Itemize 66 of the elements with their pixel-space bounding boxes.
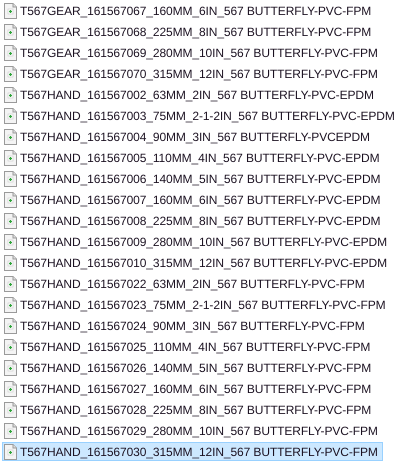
file-name: T567GEAR_161567070_315MM_12IN_567 BUTTERFLY-PVC-FPM: [20, 66, 378, 80]
file-name: T567HAND_161567009_280MM_10IN_567 BUTTERFLY-PVC-EPDM: [20, 234, 387, 248]
file-name: T567HAND_161567024_90MM_3IN_567 BUTTERFLY-PVC-FPM: [20, 318, 365, 332]
file-name: T567HAND_161567002_63MM_2IN_567 BUTTERFLY-PVC-EPDM: [20, 88, 374, 102]
file-icon: [4, 192, 17, 208]
file-name: T567HAND_161567003_75MM_2-1-2IN_567 BUTTERFLY-PVC-EPDM: [20, 108, 395, 122]
file-row[interactable]: T567GEAR_161567068_225MM_8IN_567 BUTTERFLY-PVC-FPM: [2, 22, 382, 41]
file-icon: [4, 150, 17, 166]
file-name: T567HAND_161567010_315MM_12IN_567 BUTTERFLY-PVC-EPDM: [20, 256, 387, 270]
file-icon: [4, 422, 17, 438]
file-icon: [4, 128, 17, 144]
file-icon: [4, 402, 17, 418]
file-row[interactable]: T567HAND_161567026_140MM_5IN_567 BUTTERFLY-PVC-FPM: [2, 358, 382, 377]
file-row[interactable]: T567GEAR_161567069_280MM_10IN_567 BUTTERFLY-PVC-FPM: [2, 43, 383, 62]
file-icon: [4, 108, 17, 124]
file-name: T567HAND_161567028_225MM_8IN_567 BUTTERFLY-PVC-FPM: [20, 402, 372, 416]
file-row[interactable]: T567HAND_161567010_315MM_12IN_567 BUTTERFLY-PVC-EPDM: [2, 253, 392, 272]
file-name: T567HAND_161567029_280MM_10IN_567 BUTTERFLY-PVC-FPM: [20, 424, 378, 438]
file-row[interactable]: T567HAND_161567025_110MM_4IN_567 BUTTERFLY-PVC-FPM: [2, 337, 382, 356]
file-name: T567HAND_161567004_90MM_3IN_567 BUTTERFLY-PVCEPDM: [20, 130, 370, 144]
file-name: T567HAND_161567007_160MM_6IN_567 BUTTERFLY-PVC-EPDM: [20, 192, 380, 206]
file-name: T567HAND_161567022_63MM_2IN_567 BUTTERFLY-PVC-FPM: [20, 276, 365, 290]
file-row[interactable]: T567HAND_161567007_160MM_6IN_567 BUTTERFLY-PVC-EPDM: [2, 190, 386, 209]
file-icon: [4, 296, 17, 312]
file-name: T567HAND_161567025_110MM_4IN_567 BUTTERFLY-PVC-FPM: [20, 340, 370, 354]
file-row[interactable]: T567HAND_161567009_280MM_10IN_567 BUTTERFLY-PVC-EPDM: [2, 232, 392, 251]
file-icon: [4, 234, 17, 250]
file-row[interactable]: T567HAND_161567004_90MM_3IN_567 BUTTERFLY-PVCEPDM: [2, 127, 382, 146]
file-name: T567GEAR_161567069_280MM_10IN_567 BUTTERFLY-PVC-FPM: [20, 46, 378, 60]
file-name: T567HAND_161567026_140MM_5IN_567 BUTTERFLY-PVC-FPM: [20, 360, 372, 374]
file-icon: [4, 276, 17, 292]
file-icon: [4, 318, 17, 334]
file-icon: [4, 444, 17, 460]
file-row[interactable]: T567HAND_161567022_63MM_2IN_567 BUTTERFLY-PVC-FPM: [2, 274, 382, 293]
file-name: T567GEAR_161567068_225MM_8IN_567 BUTTERFLY-PVC-FPM: [20, 24, 372, 38]
file-row[interactable]: T567GEAR_161567070_315MM_12IN_567 BUTTERFLY-PVC-FPM: [2, 64, 383, 83]
file-row[interactable]: T567HAND_161567028_225MM_8IN_567 BUTTERFLY-PVC-FPM: [2, 400, 382, 419]
file-icon: [4, 212, 17, 228]
file-name: T567HAND_161567030_315MM_12IN_567 BUTTERFLY-PVC-FPM: [20, 444, 378, 458]
file-icon: [4, 24, 17, 40]
file-row[interactable]: T567HAND_161567006_140MM_5IN_567 BUTTERFLY-PVC-EPDM: [2, 169, 386, 188]
file-icon: [4, 360, 17, 376]
file-icon: [4, 44, 17, 60]
file-icon: [4, 86, 17, 102]
file-row[interactable]: T567HAND_161567030_315MM_12IN_567 BUTTERFLY-PVC-FPM: [2, 442, 383, 461]
file-icon: [4, 254, 17, 270]
file-row[interactable]: T567HAND_161567003_75MM_2-1-2IN_567 BUTTERFLY-PVC-EPDM: [2, 106, 400, 125]
file-name: T567HAND_161567005_110MM_4IN_567 BUTTERFLY-PVC-EPDM: [20, 150, 380, 164]
file-name: T567GEAR_161567067_160MM_6IN_567 BUTTERFLY-PVC-FPM: [20, 4, 372, 18]
file-row[interactable]: T567HAND_161567024_90MM_3IN_567 BUTTERFLY-PVC-FPM: [2, 316, 382, 335]
file-icon: [4, 338, 17, 354]
file-row[interactable]: T567HAND_161567023_75MM_2-1-2IN_567 BUTTERFLY-PVC-FPM: [2, 295, 391, 314]
file-row[interactable]: T567HAND_161567008_225MM_8IN_567 BUTTERFLY-PVC-EPDM: [2, 211, 386, 230]
file-icon: [4, 170, 17, 186]
file-name: T567HAND_161567023_75MM_2-1-2IN_567 BUTTERFLY-PVC-FPM: [20, 298, 386, 312]
file-name: T567HAND_161567008_225MM_8IN_567 BUTTERFLY-PVC-EPDM: [20, 214, 380, 228]
file-name: T567HAND_161567027_160MM_6IN_567 BUTTERFLY-PVC-FPM: [20, 382, 372, 396]
file-icon: [4, 380, 17, 396]
file-row[interactable]: T567GEAR_161567067_160MM_6IN_567 BUTTERFLY-PVC-FPM: [2, 1, 382, 20]
file-name: T567HAND_161567006_140MM_5IN_567 BUTTERFLY-PVC-EPDM: [20, 172, 380, 186]
file-row[interactable]: T567HAND_161567029_280MM_10IN_567 BUTTERFLY-PVC-FPM: [2, 421, 383, 440]
file-row[interactable]: T567HAND_161567002_63MM_2IN_567 BUTTERFLY-PVC-EPDM: [2, 85, 382, 104]
file-icon: [4, 2, 17, 18]
file-icon: [4, 66, 17, 82]
file-row[interactable]: T567HAND_161567005_110MM_4IN_567 BUTTERFLY-PVC-EPDM: [2, 148, 385, 167]
file-row[interactable]: T567HAND_161567027_160MM_6IN_567 BUTTERFLY-PVC-FPM: [2, 379, 382, 398]
